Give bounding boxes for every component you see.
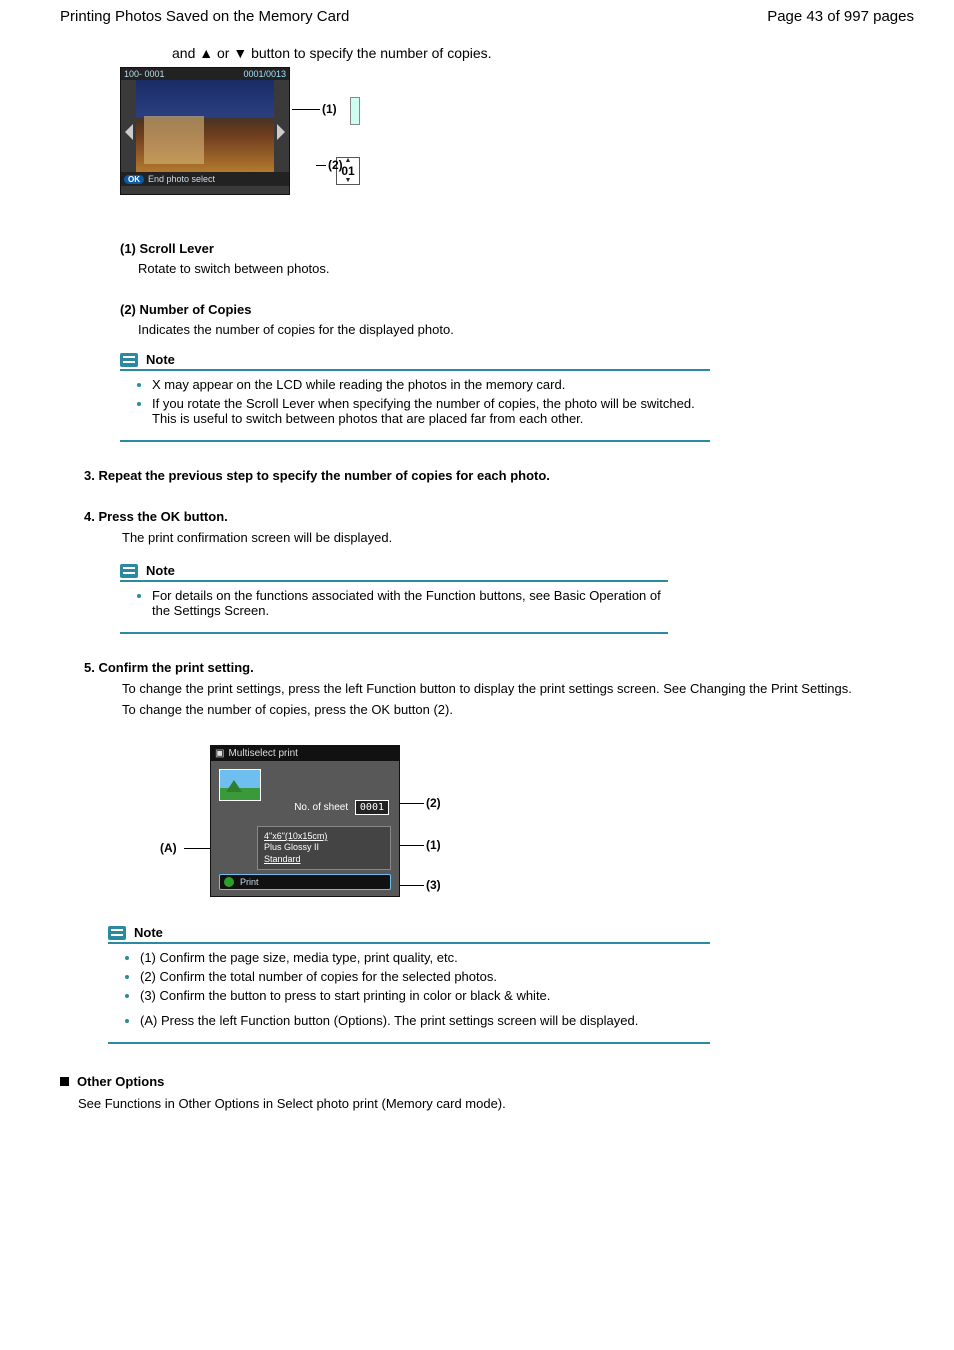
lcd2-settings: 4"x6"(10x15cm) Plus Glossy II Standard xyxy=(257,826,391,870)
lcd2-title: Multiselect print xyxy=(228,748,297,759)
note-2-title: Note xyxy=(146,563,175,578)
lcd2-line-1: 4"x6"(10x15cm) xyxy=(264,831,384,842)
step-5-p2: To change the number of copies, press th… xyxy=(122,702,924,717)
step-4: 4. Press the OK button. The print confir… xyxy=(84,509,924,545)
note-2: Note For details on the functions associ… xyxy=(120,563,668,634)
note-1-title: Note xyxy=(146,352,175,367)
lcd2-thumb-icon xyxy=(219,769,261,801)
copies-down-icon: ▼ xyxy=(337,178,359,184)
section-1-heading: (1) Scroll Lever xyxy=(120,241,924,256)
square-bullet-icon xyxy=(60,1077,69,1086)
step-4-title: 4. Press the OK button. xyxy=(84,509,924,524)
doc-title: Printing Photos Saved on the Memory Card xyxy=(60,8,349,25)
lcd2-sheets-value: 0001 xyxy=(355,800,389,815)
note-3-bullet: (2) Confirm the total number of copies f… xyxy=(140,969,708,984)
note-icon xyxy=(120,353,138,367)
note-1-bullet: If you rotate the Scroll Lever when spec… xyxy=(152,396,708,426)
step-3: 3. Repeat the previous step to specify t… xyxy=(84,468,924,483)
lcd2-line-2: Plus Glossy II xyxy=(264,842,384,853)
note-3: Note (1) Confirm the page size, media ty… xyxy=(108,925,710,1044)
lcd-confirm: (A) ▣ Multiselect print No. of sheet 000… xyxy=(160,745,460,915)
lcd1-left-arrow-icon xyxy=(125,124,133,140)
page-header: Printing Photos Saved on the Memory Card… xyxy=(60,8,924,25)
lcd1-bottom-text: End photo select xyxy=(148,174,215,184)
lcd-photo-select: 100- 0001 0001/0013 OK End photo select … xyxy=(120,67,924,217)
note-1: Note X may appear on the LCD while readi… xyxy=(120,352,710,442)
note-3-bullet: (A) Press the left Function button (Opti… xyxy=(140,1013,708,1028)
callout-2b: (2) xyxy=(426,796,441,810)
lcd1-top-right: 0001/0013 xyxy=(243,69,286,79)
section-2-body: Indicates the number of copies for the d… xyxy=(138,321,924,339)
callout-2: (2) xyxy=(328,158,343,172)
note-icon xyxy=(108,926,126,940)
callout-1: (1) xyxy=(322,102,337,116)
ok-badge: OK xyxy=(124,175,144,184)
lcd2-line-3: Standard xyxy=(264,854,384,865)
other-options-heading: Other Options xyxy=(60,1074,924,1089)
callout-1b: (1) xyxy=(426,838,441,852)
section-1-body: Rotate to switch between photos. xyxy=(138,260,924,278)
note-3-bullet: (1) Confirm the page size, media type, p… xyxy=(140,950,708,965)
lcd1-top-left: 100- 0001 xyxy=(124,69,165,79)
note-icon xyxy=(120,564,138,578)
step-5: 5. Confirm the print setting. To change … xyxy=(84,660,924,717)
lcd1-photo xyxy=(136,80,274,172)
scroll-lever-icon xyxy=(350,97,360,125)
other-options-body: See Functions in Other Options in Select… xyxy=(78,1095,924,1113)
callout-3b: (3) xyxy=(426,878,441,892)
note-1-bullet: X may appear on the LCD while reading th… xyxy=(152,377,708,392)
lcd2-footer-text: Print xyxy=(240,877,259,887)
page-counter: Page 43 of 997 pages xyxy=(767,8,924,25)
step-5-title: 5. Confirm the print setting. xyxy=(84,660,924,675)
memory-card-icon: ▣ xyxy=(215,748,224,759)
lcd1-right-arrow-icon xyxy=(277,124,285,140)
note-3-title: Note xyxy=(134,925,163,940)
note-2-bullet: For details on the functions associated … xyxy=(152,588,666,618)
step-5-p1: To change the print settings, press the … xyxy=(122,681,924,696)
lcd2-sheets-label: No. of sheet xyxy=(294,802,348,813)
arrow-instruction: and ▲ or ▼ button to specify the number … xyxy=(172,45,924,61)
step-4-body: The print confirmation screen will be di… xyxy=(122,530,924,545)
callout-A: (A) xyxy=(160,841,177,855)
print-color-icon xyxy=(224,877,234,887)
note-3-bullet: (3) Confirm the button to press to start… xyxy=(140,988,708,1003)
section-2-heading: (2) Number of Copies xyxy=(120,302,924,317)
step-3-title: 3. Repeat the previous step to specify t… xyxy=(84,468,924,483)
